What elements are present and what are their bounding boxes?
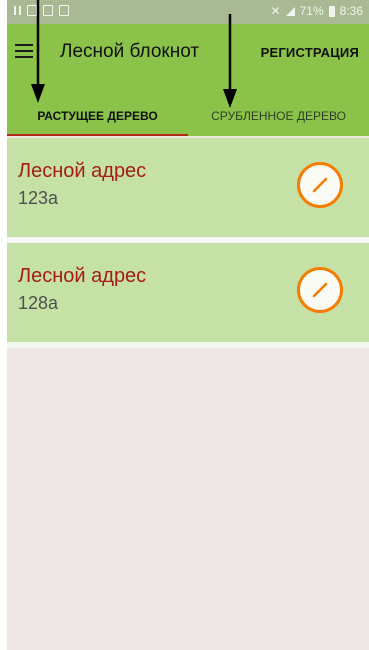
item-title: Лесной адрес xyxy=(18,265,147,287)
list-item[interactable]: Лесной адрес 128а xyxy=(7,243,369,348)
mute-icon: ✕ xyxy=(270,4,281,18)
app-title: Лесной блокнот xyxy=(60,41,200,62)
phone-screen: ✕ 71% 8:36 Лесной блокнот РЕГИСТРАЦИЯ РА… xyxy=(7,0,369,650)
status-bar: ✕ 71% 8:36 xyxy=(7,0,369,24)
screenshot-icon xyxy=(59,5,69,16)
item-number: 123а xyxy=(18,188,59,208)
edit-button[interactable] xyxy=(297,162,343,208)
selected-tab-indicator xyxy=(7,134,188,136)
pause-icon xyxy=(14,6,21,15)
forest-address-list: Лесной адрес 123а Лесной адрес 128а xyxy=(7,138,369,348)
register-button[interactable]: РЕГИСТРАЦИЯ xyxy=(261,45,359,60)
tab-felled-tree[interactable]: СРУБЛЕННОЕ ДЕРЕВО xyxy=(188,79,369,136)
battery-icon xyxy=(328,5,335,17)
item-title: Лесной адрес xyxy=(18,160,147,182)
edit-button[interactable] xyxy=(297,267,343,313)
battery-percent: 71% xyxy=(299,4,324,18)
pencil-icon xyxy=(312,177,328,193)
annotation-arrow-left xyxy=(31,0,45,103)
system-indicators: ✕ 71% 8:36 xyxy=(271,4,363,18)
app-bar: Лесной блокнот РЕГИСТРАЦИЯ xyxy=(7,24,369,79)
signal-icon xyxy=(285,6,295,16)
annotation-arrow-right xyxy=(223,14,237,108)
tab-bar: РАСТУЩЕЕ ДЕРЕВО СРУБЛЕННОЕ ДЕРЕВО xyxy=(7,79,369,136)
item-number: 128а xyxy=(18,293,59,313)
clock: 8:36 xyxy=(339,4,363,18)
list-item[interactable]: Лесной адрес 123а xyxy=(7,138,369,243)
pencil-icon xyxy=(312,282,328,298)
